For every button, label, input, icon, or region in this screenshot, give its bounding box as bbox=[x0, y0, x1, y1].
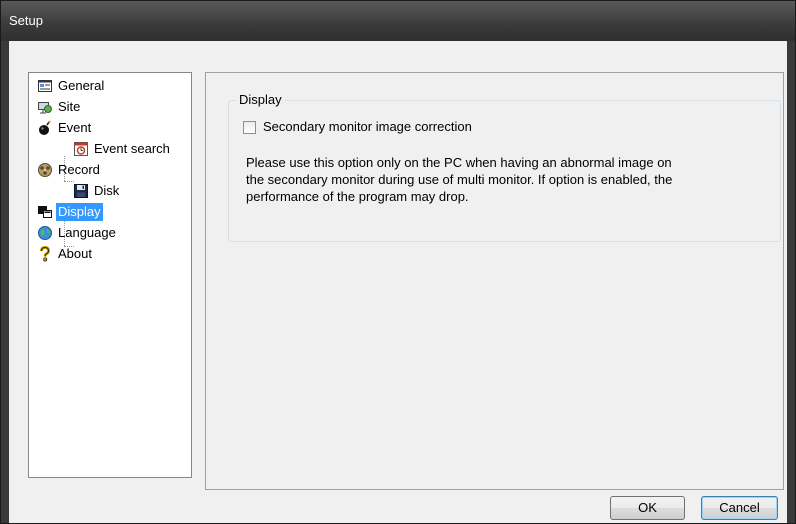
ok-button[interactable]: OK bbox=[610, 496, 685, 520]
setup-window: Setup General Site Event Event search Re… bbox=[0, 0, 796, 524]
display-group-title: Display bbox=[236, 92, 285, 107]
title-bar[interactable]: Setup bbox=[1, 1, 795, 41]
description-line: Please use this option only on the PC wh… bbox=[246, 155, 672, 170]
description-line: performance of the program may drop. bbox=[246, 189, 469, 204]
language-icon bbox=[37, 225, 53, 241]
tree-item-label: Event bbox=[58, 120, 92, 135]
site-icon bbox=[37, 99, 53, 115]
tree-item-label: Disk bbox=[94, 183, 120, 198]
display-icon bbox=[37, 204, 53, 220]
event-search-icon bbox=[73, 141, 89, 157]
tree-item-label: Event search bbox=[94, 141, 170, 156]
disk-icon bbox=[73, 183, 89, 199]
record-icon bbox=[37, 162, 53, 178]
settings-tree[interactable]: General Site Event Event search Record D… bbox=[28, 72, 192, 478]
window-title: Setup bbox=[9, 13, 43, 28]
cancel-button[interactable]: Cancel bbox=[701, 496, 778, 520]
display-settings-panel: Display Secondary monitor image correcti… bbox=[205, 72, 784, 490]
general-icon bbox=[37, 78, 53, 94]
description-line: the secondary monitor during use of mult… bbox=[246, 172, 673, 187]
tree-item-label: Site bbox=[58, 99, 81, 114]
secondary-monitor-correction-checkbox[interactable] bbox=[243, 121, 256, 134]
window-frame-left bbox=[1, 41, 9, 523]
event-icon bbox=[37, 120, 53, 136]
display-option-description: Please use this option only on the PC wh… bbox=[246, 154, 766, 205]
about-icon bbox=[37, 245, 53, 262]
tree-item-label: Language bbox=[58, 225, 116, 240]
secondary-monitor-correction-label[interactable]: Secondary monitor image correction bbox=[263, 119, 472, 134]
tree-item-label: Display bbox=[56, 203, 103, 221]
tree-item-label: Record bbox=[58, 162, 100, 177]
tree-item-label: General bbox=[58, 78, 105, 93]
dialog-client-area: General Site Event Event search Record D… bbox=[9, 41, 787, 522]
window-frame-right bbox=[787, 41, 795, 523]
tree-item-label: About bbox=[58, 246, 92, 261]
tree-connector bbox=[64, 181, 74, 182]
